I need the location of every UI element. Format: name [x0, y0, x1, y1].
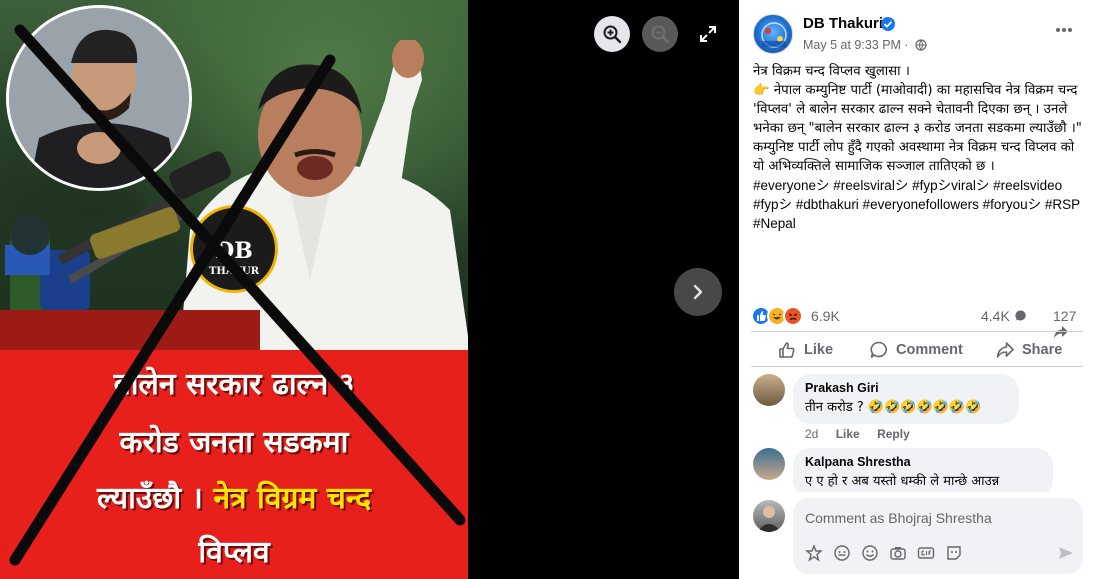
photo-viewer: DB THAKUR बालेन सरकार ढाल्न ३ करोड जनता …: [0, 0, 739, 579]
comment-icon: [870, 341, 887, 359]
banner-line-3: ल्याउँछौ । नेत्र विग्रम चन्द: [96, 481, 372, 516]
divider: [751, 366, 1083, 367]
sticker-icon[interactable]: [805, 544, 823, 562]
watermark-logo: DB THAKUR: [190, 205, 278, 293]
post-paragraph: कम्युनिष्ट पार्टी लोप हुँदै गएको अवस्थाम…: [753, 140, 1075, 174]
comment-input-box[interactable]: [793, 498, 1083, 574]
post-hashtags[interactable]: #everyoneシ #reelsviralシ #fypシviralシ #ree…: [753, 176, 1085, 233]
comment-bubble-icon: [1015, 310, 1026, 322]
reaction-count: 6.9K: [811, 308, 840, 324]
chevron-right-icon: [693, 284, 703, 300]
post-paragraph: 👉 नेपाल कम्युनिष्ट पार्टी (माओवादी) का म…: [753, 83, 1082, 136]
banner-line-1: बालेन सरकार ढाल्न ३: [113, 367, 355, 402]
avatar-graphic: [757, 506, 781, 532]
avatar-sticker-icon[interactable]: [833, 544, 851, 562]
comment-bubble: Prakash Giri तीन करोड ? 🤣🤣🤣🤣🤣🤣🤣: [793, 374, 1019, 424]
next-photo-button[interactable]: [674, 268, 722, 316]
text-banner: बालेन सरकार ढाल्न ३ करोड जनता सडकमा ल्या…: [0, 350, 468, 579]
post-paragraph: नेत्र विक्रम चन्द विप्लव खुलासा ।: [753, 64, 910, 79]
composer-tools: [805, 544, 1075, 564]
banner-line-2: करोड जनता सडकमा: [119, 425, 349, 460]
comment-input[interactable]: [805, 508, 1065, 528]
reaction-summary[interactable]: 6.9K 4.4K 127: [751, 306, 1087, 338]
avatar-graphic: [761, 22, 787, 48]
comment-bubble: Kalpana Shrestha ए ए हो र अब यस्तो धम्की…: [793, 448, 1053, 492]
comment-button[interactable]: Comment: [869, 334, 963, 366]
inset-figure: [9, 8, 189, 188]
comment-item: Prakash Giri तीन करोड ? 🤣🤣🤣🤣🤣🤣🤣 2d Like …: [753, 374, 1083, 444]
globe-icon: [915, 39, 927, 51]
comment-like-button[interactable]: Like: [836, 427, 860, 441]
post-text: नेत्र विक्रम चन्द विप्लव खुलासा । 👉 नेपा…: [753, 62, 1085, 233]
send-icon[interactable]: [1057, 544, 1075, 562]
share-button[interactable]: Share: [995, 334, 1062, 366]
post-timestamp[interactable]: May 5 at 9:33 PM ·: [803, 38, 909, 52]
banner-line-4: विप्लव: [198, 535, 270, 570]
comment-meta: 2d Like Reply: [805, 427, 924, 441]
comment-time[interactable]: 2d: [805, 427, 818, 441]
divider: [751, 331, 1083, 332]
zoom-out-button[interactable]: [642, 16, 678, 52]
sticker-face-icon[interactable]: [945, 544, 963, 562]
post-panel: DB Thakuri May 5 at 9:33 PM · नेत्र विक्…: [739, 0, 1095, 579]
zoom-in-button[interactable]: [594, 16, 630, 52]
comment-count[interactable]: 4.4K: [981, 308, 1028, 324]
commenter-avatar[interactable]: [753, 448, 785, 480]
zoom-in-icon: [603, 25, 622, 44]
commenter-name[interactable]: Kalpana Shrestha: [805, 455, 1041, 469]
post-actions: Like Comment Share: [751, 334, 1083, 366]
author-avatar[interactable]: [753, 14, 793, 54]
angry-reaction-icon: [783, 306, 803, 326]
fullscreen-icon: [700, 26, 716, 42]
post-header: DB Thakuri May 5 at 9:33 PM ·: [739, 0, 1095, 60]
comment-composer: [739, 494, 1095, 579]
app-root: DB THAKUR बालेन सरकार ढाल्न ३ करोड जनता …: [0, 0, 1095, 579]
comment-text: तीन करोड ? 🤣🤣🤣🤣🤣🤣🤣: [805, 400, 982, 415]
author-name[interactable]: DB Thakuri: [803, 15, 883, 32]
zoom-out-icon: [651, 25, 670, 44]
commenter-name[interactable]: Prakash Giri: [805, 381, 1007, 395]
commenter-avatar[interactable]: [753, 374, 785, 406]
camera-icon[interactable]: [889, 544, 907, 562]
verified-badge-icon: [881, 17, 895, 31]
more-options-icon[interactable]: [1053, 22, 1075, 38]
emoji-icon[interactable]: [861, 544, 879, 562]
post-image: DB THAKUR बालेन सरकार ढाल्न ३ करोड जनता …: [0, 0, 468, 579]
like-button[interactable]: Like: [777, 334, 833, 366]
comment-text: ए ए हो र अब यस्तो धम्की ले मान्छे आउन्न: [805, 474, 1000, 489]
inset-portrait: [6, 5, 192, 191]
current-user-avatar[interactable]: [753, 500, 785, 532]
share-icon: [996, 342, 1014, 358]
gif-icon[interactable]: [917, 544, 935, 562]
comment-item: Kalpana Shrestha ए ए हो र अब यस्तो धम्की…: [753, 448, 1083, 492]
fullscreen-button[interactable]: [696, 22, 720, 46]
thumbs-up-icon: [779, 342, 795, 358]
comment-reply-button[interactable]: Reply: [877, 427, 910, 441]
